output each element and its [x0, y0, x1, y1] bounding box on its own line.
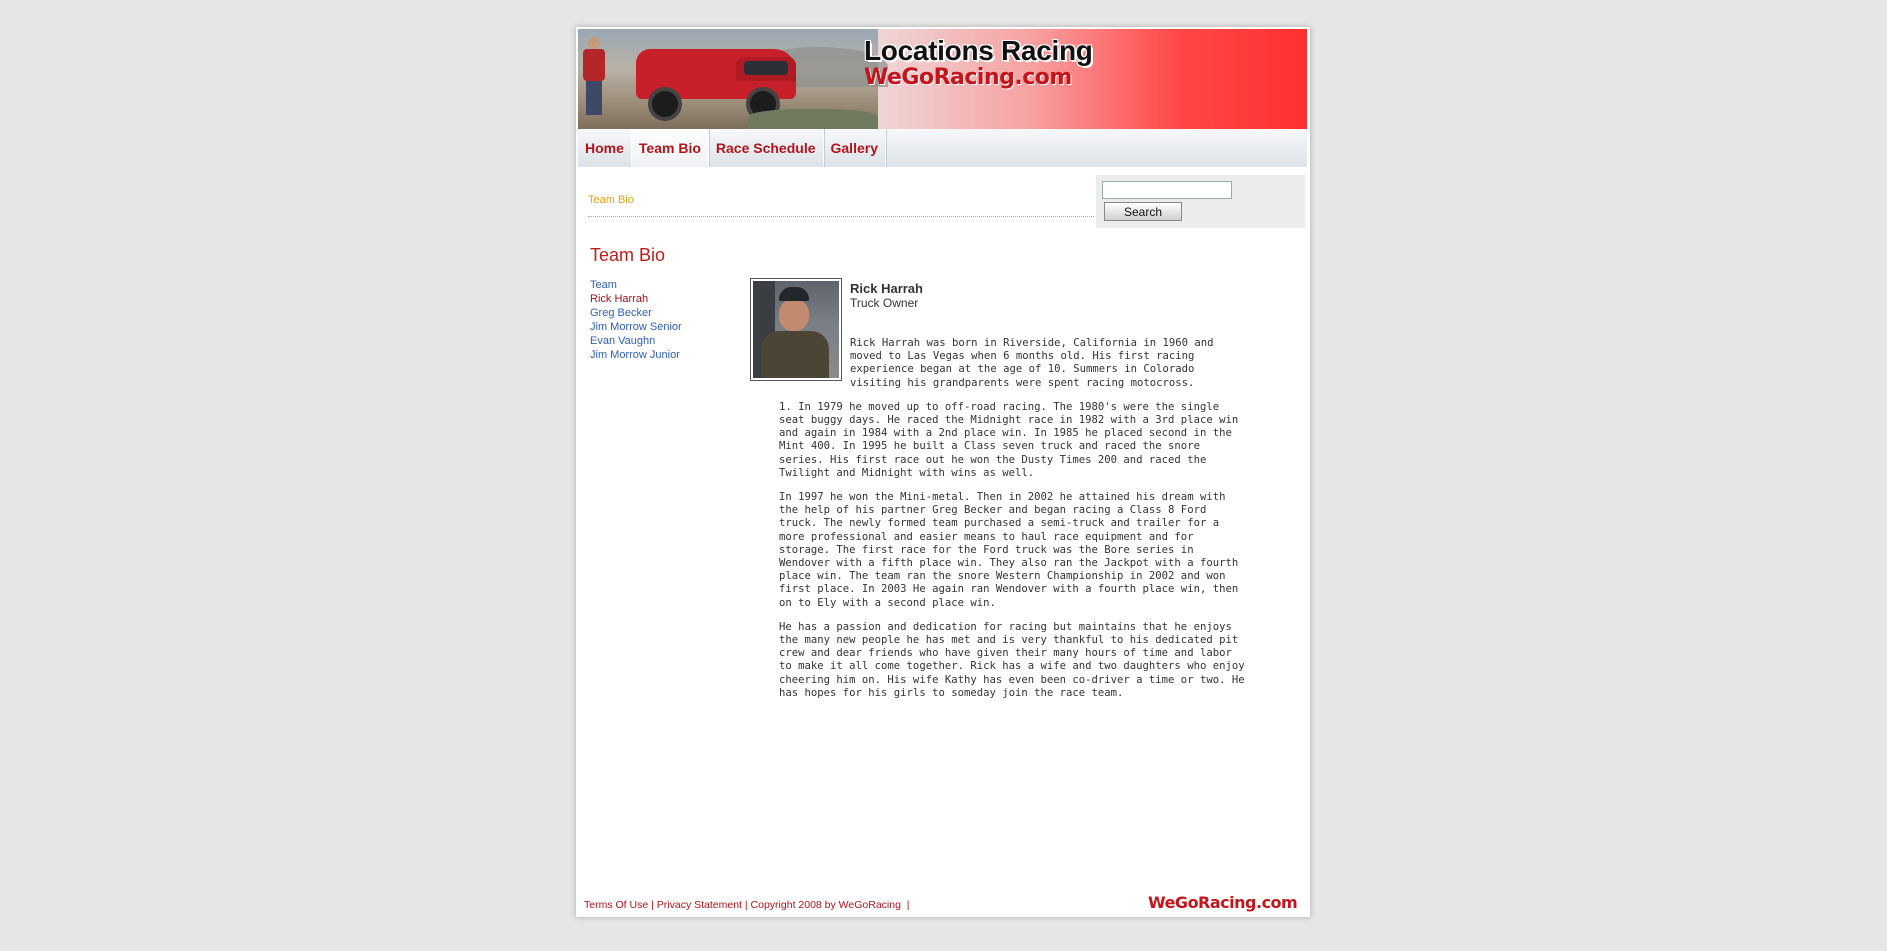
nav-race-schedule[interactable]: Race Schedule — [709, 129, 824, 167]
search-panel: Search — [1096, 175, 1305, 228]
subnav-item-jim-morrow-junior[interactable]: Jim Morrow Junior — [590, 348, 682, 362]
terms-link[interactable]: Terms Of Use — [584, 899, 648, 911]
footer-separator: | — [906, 899, 910, 911]
bio-paragraph: In 1997 he won the Mini-metal. Then in 2… — [779, 491, 1239, 609]
footer-separator: | — [651, 899, 654, 911]
copyright-text: Copyright 2008 by WeGoRacing — [750, 899, 901, 911]
breadcrumb: Team Bio — [588, 194, 634, 206]
subnav-item-team[interactable]: Team — [590, 278, 682, 292]
site-subtitle: WeGoRacing.com — [864, 65, 1072, 90]
bio-paragraph: He has a passion and dedication for raci… — [779, 620, 1245, 699]
profile-role: Truck Owner — [850, 296, 919, 310]
page-title: Team Bio — [590, 245, 666, 265]
page-container: Locations Racing WeGoRacing.com Home Tea… — [576, 27, 1310, 917]
team-subnav: Team Rick Harrah Greg Becker Jim Morrow … — [590, 278, 682, 362]
site-title: Locations Racing — [864, 35, 1093, 66]
main-nav: Home Team Bio Race Schedule Gallery — [578, 129, 1307, 167]
subnav-item-greg-becker[interactable]: Greg Becker — [590, 306, 682, 320]
header-banner: Locations Racing WeGoRacing.com — [578, 29, 1307, 129]
banner-photo — [578, 29, 888, 129]
subnav-item-rick-harrah[interactable]: Rick Harrah — [590, 292, 682, 306]
person-figure — [583, 37, 605, 115]
profile-bio: Rick Harrah was born in Riverside, Calif… — [779, 337, 1249, 711]
nav-home[interactable]: Home — [578, 129, 632, 167]
subnav-item-jim-morrow-senior[interactable]: Jim Morrow Senior — [590, 320, 682, 334]
breadcrumb-divider — [588, 216, 1094, 217]
profile-name: Rick Harrah — [850, 281, 923, 296]
footer-links: Terms Of Use | Privacy Statement | Copyr… — [584, 899, 910, 911]
privacy-link[interactable]: Privacy Statement — [657, 899, 742, 911]
search-input[interactable] — [1102, 181, 1232, 199]
bio-paragraph: Rick Harrah was born in Riverside, Calif… — [850, 337, 1214, 389]
footer-logo: WeGoRacing.com — [1148, 893, 1298, 912]
search-button[interactable]: Search — [1104, 202, 1182, 221]
nav-gallery[interactable]: Gallery — [824, 129, 886, 167]
bio-paragraph: 1. In 1979 he moved up to off-road racin… — [779, 400, 1239, 479]
footer-separator: | — [744, 899, 748, 911]
nav-team-bio[interactable]: Team Bio — [631, 129, 709, 167]
subnav-item-evan-vaughn[interactable]: Evan Vaughn — [590, 334, 682, 348]
